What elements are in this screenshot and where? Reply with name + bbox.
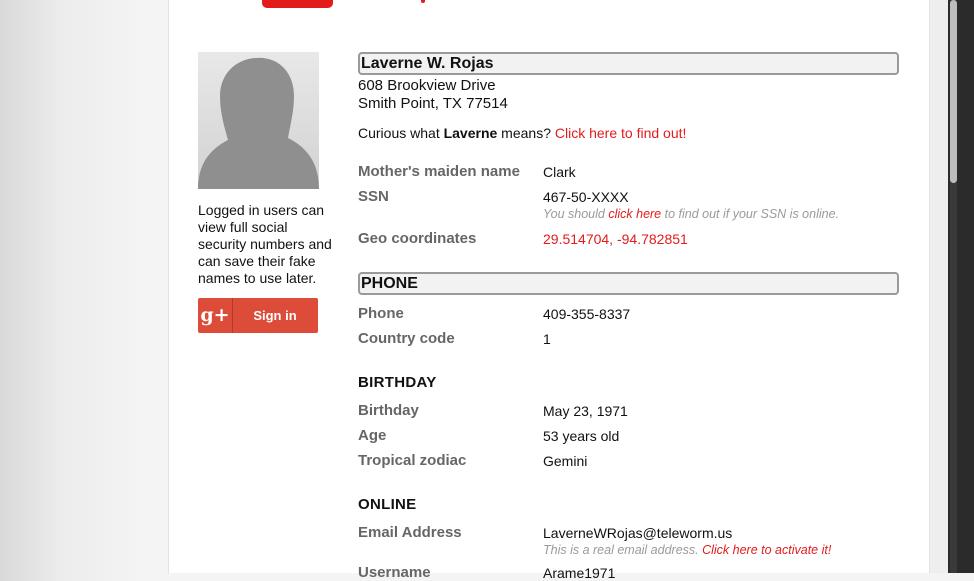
age-value: 53 years old: [543, 428, 620, 444]
page-margin-right: [928, 0, 948, 573]
maiden-name-label: Mother's maiden name: [358, 163, 520, 180]
google-plus-icon: g+: [198, 298, 233, 333]
google-plus-signin-button[interactable]: g+ Sign in: [198, 298, 318, 333]
birthday-value: May 23, 1971: [543, 403, 628, 419]
ssn-value: 467-50-XXXX: [543, 189, 629, 205]
curious-prefix: Curious what: [358, 125, 444, 141]
avatar: [198, 52, 319, 189]
scrollbar-thumb[interactable]: [950, 0, 957, 183]
online-heading: ONLINE: [358, 496, 417, 513]
phone-value: 409-355-8337: [543, 306, 631, 322]
geo-coordinates-link[interactable]: 29.514704, -94.782851: [543, 231, 688, 247]
name-meaning-line: Curious what Laverne means? Click here t…: [358, 125, 686, 141]
first-name: Laverne: [443, 125, 498, 141]
name-meaning-link[interactable]: Click here to find out!: [555, 125, 687, 141]
geo-label: Geo coordinates: [358, 230, 477, 247]
email-hint-prefix: This is a real email address.: [543, 543, 703, 557]
phone-section-header: PHONE: [358, 272, 899, 295]
birthday-heading: BIRTHDAY: [358, 374, 437, 391]
maiden-name-value: Clark: [543, 164, 576, 180]
ssn-hint-suffix: to find out if your SSN is online.: [661, 207, 840, 221]
ssn-hint: You should click here to find out if you…: [543, 207, 839, 221]
signin-label: Sign in: [253, 308, 297, 323]
ssn-check-link[interactable]: click here: [608, 207, 661, 221]
name-header: Laverne W. Rojas: [358, 52, 899, 75]
person-silhouette-icon: [198, 57, 319, 189]
address-line2: Smith Point, TX 77514: [358, 95, 508, 112]
ssn-label: SSN: [358, 188, 389, 205]
address-line1: 608 Brookview Drive: [358, 77, 496, 94]
email-label: Email Address: [358, 524, 462, 541]
email-value: LaverneWRojas@teleworm.us: [543, 525, 733, 541]
ssn-hint-prefix: You should: [543, 207, 609, 221]
birthday-label: Birthday: [358, 402, 419, 419]
curious-suffix: means?: [497, 125, 555, 141]
country-code-label: Country code: [358, 330, 455, 347]
email-hint: This is a real email address. Click here…: [543, 543, 831, 557]
username-value: Arame1971: [543, 565, 616, 581]
activate-email-link[interactable]: Click here to activate it!: [702, 543, 831, 557]
zodiac-label: Tropical zodiac: [358, 452, 467, 469]
top-partial-button[interactable]: [262, 0, 333, 8]
age-label: Age: [358, 427, 387, 444]
login-note: Logged in users can view full social sec…: [198, 202, 332, 286]
zodiac-value: Gemini: [543, 453, 588, 469]
phone-label: Phone: [358, 305, 404, 322]
country-code-value: 1: [543, 331, 551, 347]
